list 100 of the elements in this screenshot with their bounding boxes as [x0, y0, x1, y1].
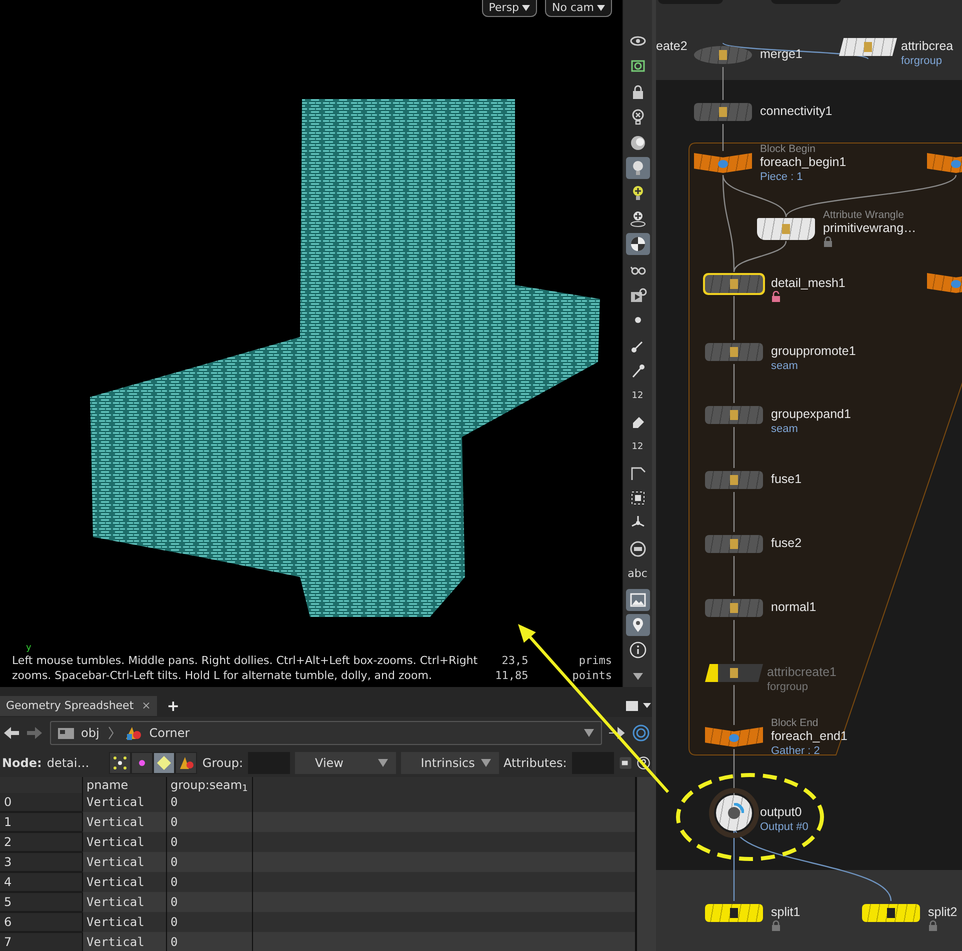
diamond-icon	[156, 754, 172, 771]
node-name[interactable]: eate2	[656, 39, 688, 54]
viewport[interactable]	[0, 0, 622, 687]
node-name[interactable]: foreach_end1	[771, 729, 848, 744]
node-icon	[950, 157, 962, 169]
mode-button[interactable]	[175, 752, 198, 774]
node-name[interactable]: groupexpand1	[771, 407, 851, 422]
node[interactable]	[755, 216, 817, 242]
target-icon[interactable]	[632, 724, 650, 742]
node-name[interactable]: fuse2	[771, 536, 802, 551]
table-cell: 0	[166, 832, 252, 852]
node-name[interactable]: attribcrea	[901, 39, 954, 54]
path-field[interactable]: obj Corner	[50, 720, 602, 745]
mode-button[interactable]	[131, 752, 154, 774]
group-label: Group:	[202, 754, 243, 772]
mode-button[interactable]	[109, 752, 132, 774]
node-icon	[728, 907, 740, 919]
node-name[interactable]: attribcreate1	[767, 665, 836, 680]
node[interactable]	[703, 469, 765, 491]
table-cell: 0	[166, 852, 252, 872]
add-tab-button[interactable]: +	[160, 694, 186, 718]
back-icon[interactable]	[2, 724, 20, 741]
stat-label: points	[572, 668, 612, 683]
node[interactable]	[703, 597, 765, 619]
path-item[interactable]: obj	[57, 724, 100, 742]
node-icon	[728, 474, 740, 486]
node[interactable]	[703, 533, 765, 555]
unlock-icon[interactable]	[771, 291, 781, 302]
column-header[interactable]: group:seam$_{1}$	[166, 776, 252, 793]
node-name[interactable]: detail_mesh1	[771, 276, 846, 291]
close-button[interactable]: ×	[142, 698, 151, 714]
stat-count: 23,5	[502, 652, 528, 668]
forward-icon[interactable]	[26, 724, 44, 741]
node-icon	[728, 602, 740, 614]
row-index: 2	[0, 832, 82, 852]
node[interactable]	[692, 101, 754, 123]
node-subtitle: Output #0	[760, 820, 808, 835]
intrinsics-dropdown[interactable]: Intrinsics	[400, 752, 499, 774]
connection-wire	[733, 364, 735, 403]
caret-icon	[522, 5, 530, 11]
node[interactable]	[703, 273, 765, 295]
node-name[interactable]: connectivity1	[760, 104, 832, 119]
caret-icon[interactable]	[583, 728, 595, 738]
node-subtitle: Piece : 1	[760, 170, 804, 185]
node-label: Node:	[2, 754, 42, 772]
node-icon	[728, 538, 740, 550]
camera-dropdown[interactable]: Persp	[482, 0, 538, 17]
table-cell: Vertical	[82, 792, 166, 812]
connection-wire	[733, 492, 735, 532]
node-name[interactable]: merge1	[760, 47, 802, 62]
mode-button[interactable]	[153, 752, 176, 774]
node[interactable]	[703, 902, 765, 924]
tool-button[interactable]: 12	[626, 385, 650, 408]
network-editor[interactable]	[652, 0, 962, 951]
table-cell: 0	[166, 932, 252, 951]
node-name[interactable]: split1	[771, 905, 800, 920]
pin-icon[interactable]	[608, 724, 626, 741]
node-icon	[780, 223, 792, 235]
axis-label: y	[25, 644, 32, 653]
row-index: 6	[0, 912, 82, 932]
path-item[interactable]: Corner	[123, 724, 190, 742]
column-header[interactable]: pname	[82, 776, 166, 793]
connection-wire	[733, 556, 735, 596]
node[interactable]	[703, 404, 765, 426]
scrollbar[interactable]	[636, 776, 652, 951]
node-name[interactable]: fuse1	[771, 472, 802, 487]
connection-wire	[733, 427, 735, 468]
node-name[interactable]: primitivewrang…	[823, 221, 916, 236]
camera-dropdown[interactable]: No cam	[545, 0, 612, 17]
table-cell: Vertical	[82, 912, 166, 932]
node[interactable]	[703, 341, 765, 363]
node-icon	[950, 277, 962, 289]
tool-button[interactable]: abc	[626, 563, 650, 586]
caret-icon	[480, 758, 491, 767]
attributes-label: Attributes:	[504, 754, 567, 772]
connection-wire	[722, 67, 724, 100]
stat-count: 11,85	[495, 668, 528, 683]
tab-label: Geometry Spreadsheet	[6, 698, 134, 714]
points-icon	[112, 754, 128, 771]
row-index: 4	[0, 872, 82, 892]
node-type: Attribute Wrangle	[823, 210, 905, 221]
table-cell: Vertical	[82, 812, 166, 832]
node-name[interactable]: grouppromote1	[771, 344, 856, 359]
panel-tab[interactable]: Geometry Spreadsheet ×	[0, 696, 157, 716]
node-icon	[728, 667, 740, 679]
node-name[interactable]: output0	[760, 805, 808, 820]
node-name[interactable]: split2	[928, 905, 958, 920]
connection-wire	[733, 685, 735, 725]
table-cell: Vertical	[82, 932, 166, 951]
node-icon	[885, 907, 897, 919]
help-icon[interactable]	[636, 754, 650, 772]
caret-icon	[378, 758, 388, 767]
view-dropdown[interactable]: View	[295, 752, 396, 774]
lock-icon[interactable]	[823, 236, 833, 247]
node-name[interactable]: foreach_begin1	[760, 155, 846, 170]
connection-wire	[733, 296, 735, 340]
node[interactable]	[860, 902, 922, 924]
node-name[interactable]: normal1	[771, 600, 816, 615]
connection-wire	[722, 124, 724, 151]
tool-button[interactable]: 12	[626, 436, 650, 458]
